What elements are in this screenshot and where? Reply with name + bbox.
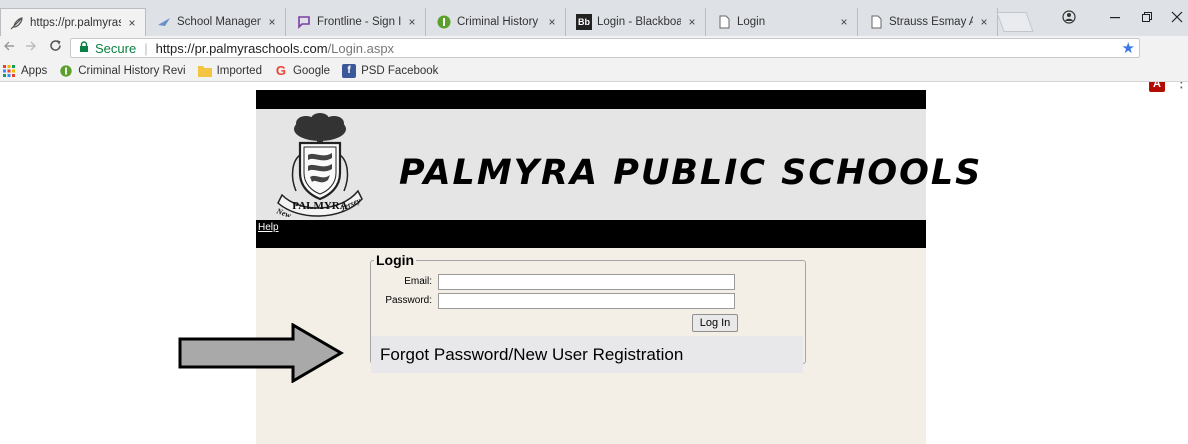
close-icon[interactable]: × [977,15,991,29]
forgot-password-link[interactable]: Forgot Password/New User Registration [371,336,803,373]
help-bar: Help [256,220,926,248]
profile-icon[interactable] [1052,6,1086,28]
school-name-heading: PALMYRA PUBLIC SCHOOLS [399,153,983,193]
secure-label: Secure [95,40,137,56]
page-icon [716,14,732,30]
url-path: /Login.aspx [327,40,395,56]
bookmark-psd-facebook[interactable]: f PSD Facebook [342,63,438,78]
bookmarks-bar: Apps Criminal History Revi Imported G Go… [0,60,1188,82]
top-bar [256,90,926,109]
shield-icon [436,14,452,30]
google-icon: G [275,63,287,78]
apps-icon [2,64,16,78]
folder-icon [197,64,212,78]
address-bar[interactable]: Secure | https://pr.palmyraschools.com /… [70,38,1140,58]
email-field[interactable] [438,274,735,290]
close-icon[interactable]: × [265,15,279,29]
tab-palmyra-login[interactable]: https://pr.palmyrasch × [0,8,146,36]
bookmark-apps[interactable]: Apps [2,64,47,78]
tab-login[interactable]: Login × [708,8,858,36]
close-icon[interactable]: × [545,15,559,29]
tab-frontline[interactable]: Frontline - Sign In × [288,8,426,36]
annotation-arrow-icon [178,323,344,383]
close-icon[interactable]: × [125,16,139,30]
help-link[interactable]: Help [258,222,279,233]
window-close-icon[interactable] [1160,6,1188,28]
email-label: Email: [404,276,432,287]
shield-icon [59,64,73,78]
school-banner: PALMYRA New Jersey PALMYRA PUBLIC SCHOOL… [256,109,980,220]
reload-icon[interactable] [46,38,64,58]
forward-icon[interactable] [22,38,40,58]
close-icon[interactable]: × [837,15,851,29]
close-icon[interactable]: × [405,15,419,29]
tab-strip: https://pr.palmyrasch × School Managemen… [0,0,1188,36]
login-legend: Login [376,252,415,268]
tab-criminal-history[interactable]: Criminal History Rev × [428,8,566,36]
log-in-button[interactable]: Log In [692,314,738,332]
restore-icon[interactable] [1130,6,1164,28]
login-page: PALMYRA New Jersey PALMYRA PUBLIC SCHOOL… [256,90,980,444]
frontline-icon [296,14,312,30]
bookmark-google[interactable]: G Google [274,63,330,78]
bookmark-imported[interactable]: Imported [197,64,262,78]
tab-strauss-esmay[interactable]: Strauss Esmay Assoc × [860,8,998,36]
password-field[interactable] [438,293,735,309]
bookmark-star-icon[interactable]: ★ [1122,39,1135,57]
browser-toolbar: Secure | https://pr.palmyraschools.com /… [0,36,1188,92]
url-host: https://pr.palmyraschools.com [155,40,328,56]
lock-icon [79,40,89,56]
bookmark-criminal-history[interactable]: Criminal History Revi [59,64,186,78]
blackboard-icon: Bb [576,14,592,30]
page-icon [868,14,884,30]
tab-school-management[interactable]: School Management × [148,8,286,36]
bird-icon [156,14,172,30]
close-icon[interactable]: × [685,15,699,29]
feather-icon [9,15,25,31]
new-tab-button[interactable] [996,12,1034,32]
facebook-icon: f [342,63,357,78]
password-label: Password: [385,295,432,306]
school-crest-logo: PALMYRA New Jersey [274,113,363,217]
tab-blackboard[interactable]: Bb Login - Blackboard × [568,8,706,36]
minimize-icon[interactable] [1098,6,1132,28]
address-separator: | [144,40,148,56]
back-icon[interactable] [0,38,18,58]
